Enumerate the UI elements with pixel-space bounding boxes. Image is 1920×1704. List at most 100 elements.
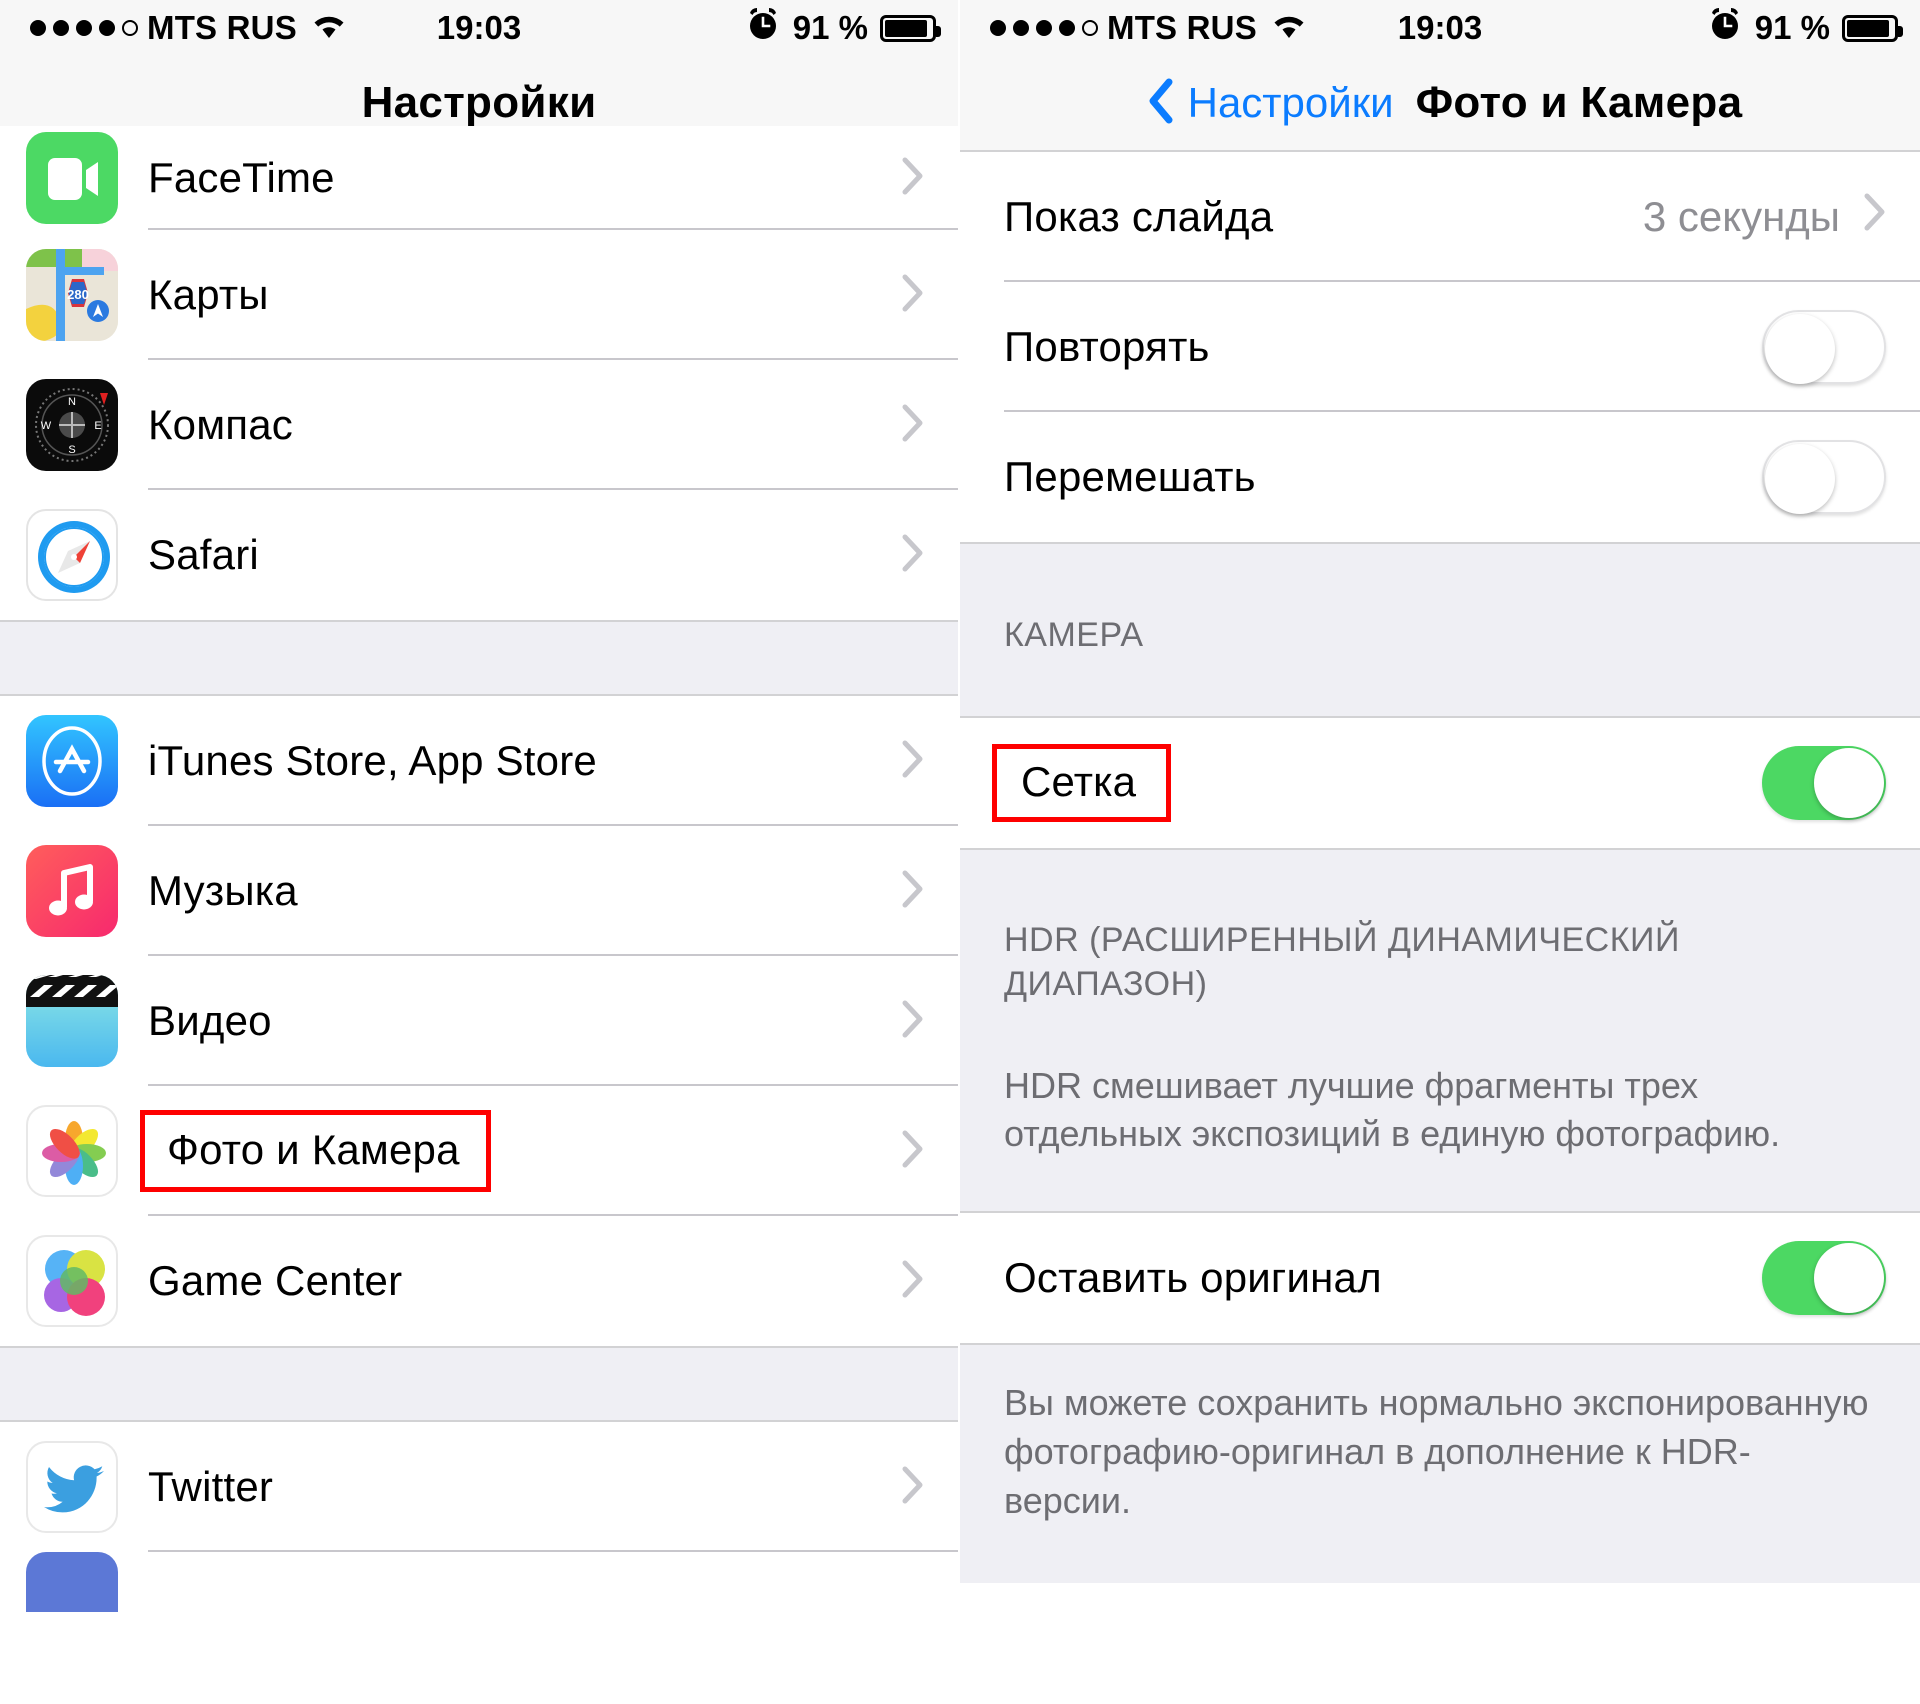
signal-strength-dots bbox=[990, 20, 1098, 36]
hdr-section-container: HDR (РАСШИРЕННЫЙ ДИНАМИЧЕСКИЙ ДИАПАЗОН) … bbox=[960, 848, 1920, 1214]
chevron-right-icon bbox=[902, 1260, 924, 1303]
safari-icon bbox=[26, 509, 118, 601]
photos-camera-settings-list: Показ слайда 3 секунды Повторять Перемеш… bbox=[960, 152, 1920, 1584]
chevron-right-icon bbox=[1864, 193, 1886, 241]
svg-text:280: 280 bbox=[67, 287, 89, 302]
nav-bar-right: Настройки Фото и Камера bbox=[960, 56, 1920, 152]
signal-dot bbox=[990, 20, 1006, 36]
shuffle-toggle[interactable] bbox=[1762, 440, 1886, 514]
wifi-icon bbox=[1270, 9, 1308, 48]
signal-dot bbox=[76, 20, 92, 36]
facebook-icon bbox=[26, 1552, 118, 1612]
wifi-icon bbox=[310, 9, 348, 48]
list-group-gap bbox=[0, 620, 958, 696]
camera-section-header-container: КАМЕРА bbox=[960, 542, 1920, 718]
signal-dot bbox=[30, 20, 46, 36]
sidebar-item-label: Twitter bbox=[148, 1463, 274, 1510]
alarm-clock-icon bbox=[745, 6, 781, 51]
signal-strength-dots bbox=[30, 20, 138, 36]
sidebar-item-video[interactable]: Видео bbox=[0, 956, 958, 1086]
hdr-section-description: HDR смешивает лучшие фрагменты трех отде… bbox=[1004, 1065, 1781, 1154]
sidebar-item-music[interactable]: Музыка bbox=[0, 826, 958, 956]
sidebar-item-label-highlighted: Фото и Камера bbox=[140, 1110, 491, 1192]
chevron-right-icon bbox=[902, 1000, 924, 1043]
row-label: Оставить оригинал bbox=[1004, 1254, 1382, 1302]
chevron-left-icon bbox=[1148, 78, 1174, 129]
row-repeat[interactable]: Повторять bbox=[960, 282, 1920, 412]
sidebar-item-game-center[interactable]: Game Center bbox=[0, 1216, 958, 1346]
chevron-right-icon bbox=[902, 740, 924, 783]
status-bar-right-group: 91 % bbox=[1707, 6, 1920, 51]
signal-dot bbox=[99, 20, 115, 36]
chevron-right-icon bbox=[902, 157, 924, 200]
alarm-clock-icon bbox=[1707, 6, 1743, 51]
row-label: Повторять bbox=[1004, 323, 1210, 370]
settings-list-left: FaceTime 280 Карты N S W E Компас Safari… bbox=[0, 126, 958, 1612]
svg-text:S: S bbox=[68, 444, 75, 456]
status-bar-right: MTS RUS 19:03 91 % bbox=[960, 0, 1920, 56]
video-icon bbox=[26, 975, 118, 1067]
sidebar-item-safari[interactable]: Safari bbox=[0, 490, 958, 620]
signal-dot-empty bbox=[1082, 20, 1098, 36]
row-label-highlighted: Сетка bbox=[992, 744, 1172, 822]
repeat-toggle[interactable] bbox=[1762, 310, 1886, 384]
game-center-icon bbox=[26, 1235, 118, 1327]
left-phone-screen: MTS RUS 19:03 91 % Настройки FaceTime 28… bbox=[0, 0, 960, 1704]
sidebar-item-photos-and-camera[interactable]: Фото и Камера bbox=[0, 1086, 958, 1216]
battery-icon bbox=[1842, 14, 1903, 42]
sidebar-item-twitter[interactable]: Twitter bbox=[0, 1422, 958, 1552]
keep-original-toggle[interactable] bbox=[1762, 1241, 1886, 1316]
status-bar-right-group: 91 % bbox=[745, 6, 958, 51]
signal-dot bbox=[1059, 20, 1075, 36]
back-button[interactable]: Настройки bbox=[1148, 78, 1394, 129]
list-group-gap bbox=[0, 1346, 958, 1422]
status-bar-left: MTS RUS 19:03 91 % bbox=[0, 0, 958, 56]
row-grid[interactable]: Сетка bbox=[960, 718, 1920, 848]
chevron-right-icon bbox=[902, 1466, 924, 1509]
compass-icon: N S W E bbox=[26, 379, 118, 471]
grid-toggle[interactable] bbox=[1762, 746, 1886, 820]
svg-text:N: N bbox=[68, 396, 76, 408]
sidebar-item-maps[interactable]: 280 Карты bbox=[0, 230, 958, 360]
chevron-right-icon bbox=[902, 274, 924, 317]
app-store-icon bbox=[26, 715, 118, 807]
chevron-right-icon bbox=[902, 1130, 924, 1173]
music-icon bbox=[26, 845, 118, 937]
sidebar-item-label: Видео bbox=[148, 997, 272, 1044]
sidebar-item-facetime[interactable]: FaceTime bbox=[0, 126, 958, 230]
keep-original-footer-note: Вы можете сохранить нормально экспониров… bbox=[960, 1343, 1920, 1584]
dual-screenshot-container: MTS RUS 19:03 91 % Настройки FaceTime 28… bbox=[0, 0, 1920, 1704]
carrier-name: MTS RUS bbox=[1107, 9, 1257, 46]
svg-text:E: E bbox=[94, 420, 101, 432]
battery-percentage: 91 % bbox=[792, 9, 868, 46]
camera-section-header: КАМЕРА bbox=[1004, 616, 1144, 654]
sidebar-item-label: Компас bbox=[148, 401, 294, 448]
page-title: Настройки bbox=[361, 78, 597, 127]
row-slideshow-interval[interactable]: Показ слайда 3 секунды bbox=[960, 152, 1920, 282]
right-phone-screen: MTS RUS 19:03 91 % Настройки Фото и Каме… bbox=[960, 0, 1920, 1704]
sidebar-item-label: Карты bbox=[148, 271, 269, 318]
photos-icon bbox=[26, 1105, 118, 1197]
carrier-name: MTS RUS bbox=[147, 9, 297, 46]
signal-dot-empty bbox=[122, 20, 138, 36]
row-keep-original[interactable]: Оставить оригинал bbox=[960, 1213, 1920, 1344]
sidebar-item-label: Safari bbox=[148, 531, 259, 578]
sidebar-item-partial[interactable] bbox=[0, 1552, 958, 1612]
sidebar-item-label: Музыка bbox=[148, 867, 298, 914]
battery-icon bbox=[880, 14, 941, 42]
signal-dot bbox=[1036, 20, 1052, 36]
facetime-icon bbox=[26, 132, 118, 224]
row-shuffle[interactable]: Перемешать bbox=[960, 412, 1920, 542]
sidebar-item-itunes-app-store[interactable]: iTunes Store, App Store bbox=[0, 696, 958, 826]
sidebar-item-compass[interactable]: N S W E Компас bbox=[0, 360, 958, 490]
twitter-icon bbox=[26, 1441, 118, 1533]
row-value-group: 3 секунды bbox=[1643, 193, 1886, 241]
row-label: Показ слайда bbox=[1004, 193, 1274, 240]
status-bar-carrier-group: MTS RUS bbox=[0, 9, 348, 48]
back-button-label: Настройки bbox=[1187, 79, 1394, 126]
signal-dot bbox=[53, 20, 69, 36]
page-title: Фото и Камера bbox=[1415, 78, 1743, 127]
svg-text:W: W bbox=[41, 420, 52, 432]
chevron-right-icon bbox=[902, 870, 924, 913]
chevron-right-icon bbox=[902, 534, 924, 577]
